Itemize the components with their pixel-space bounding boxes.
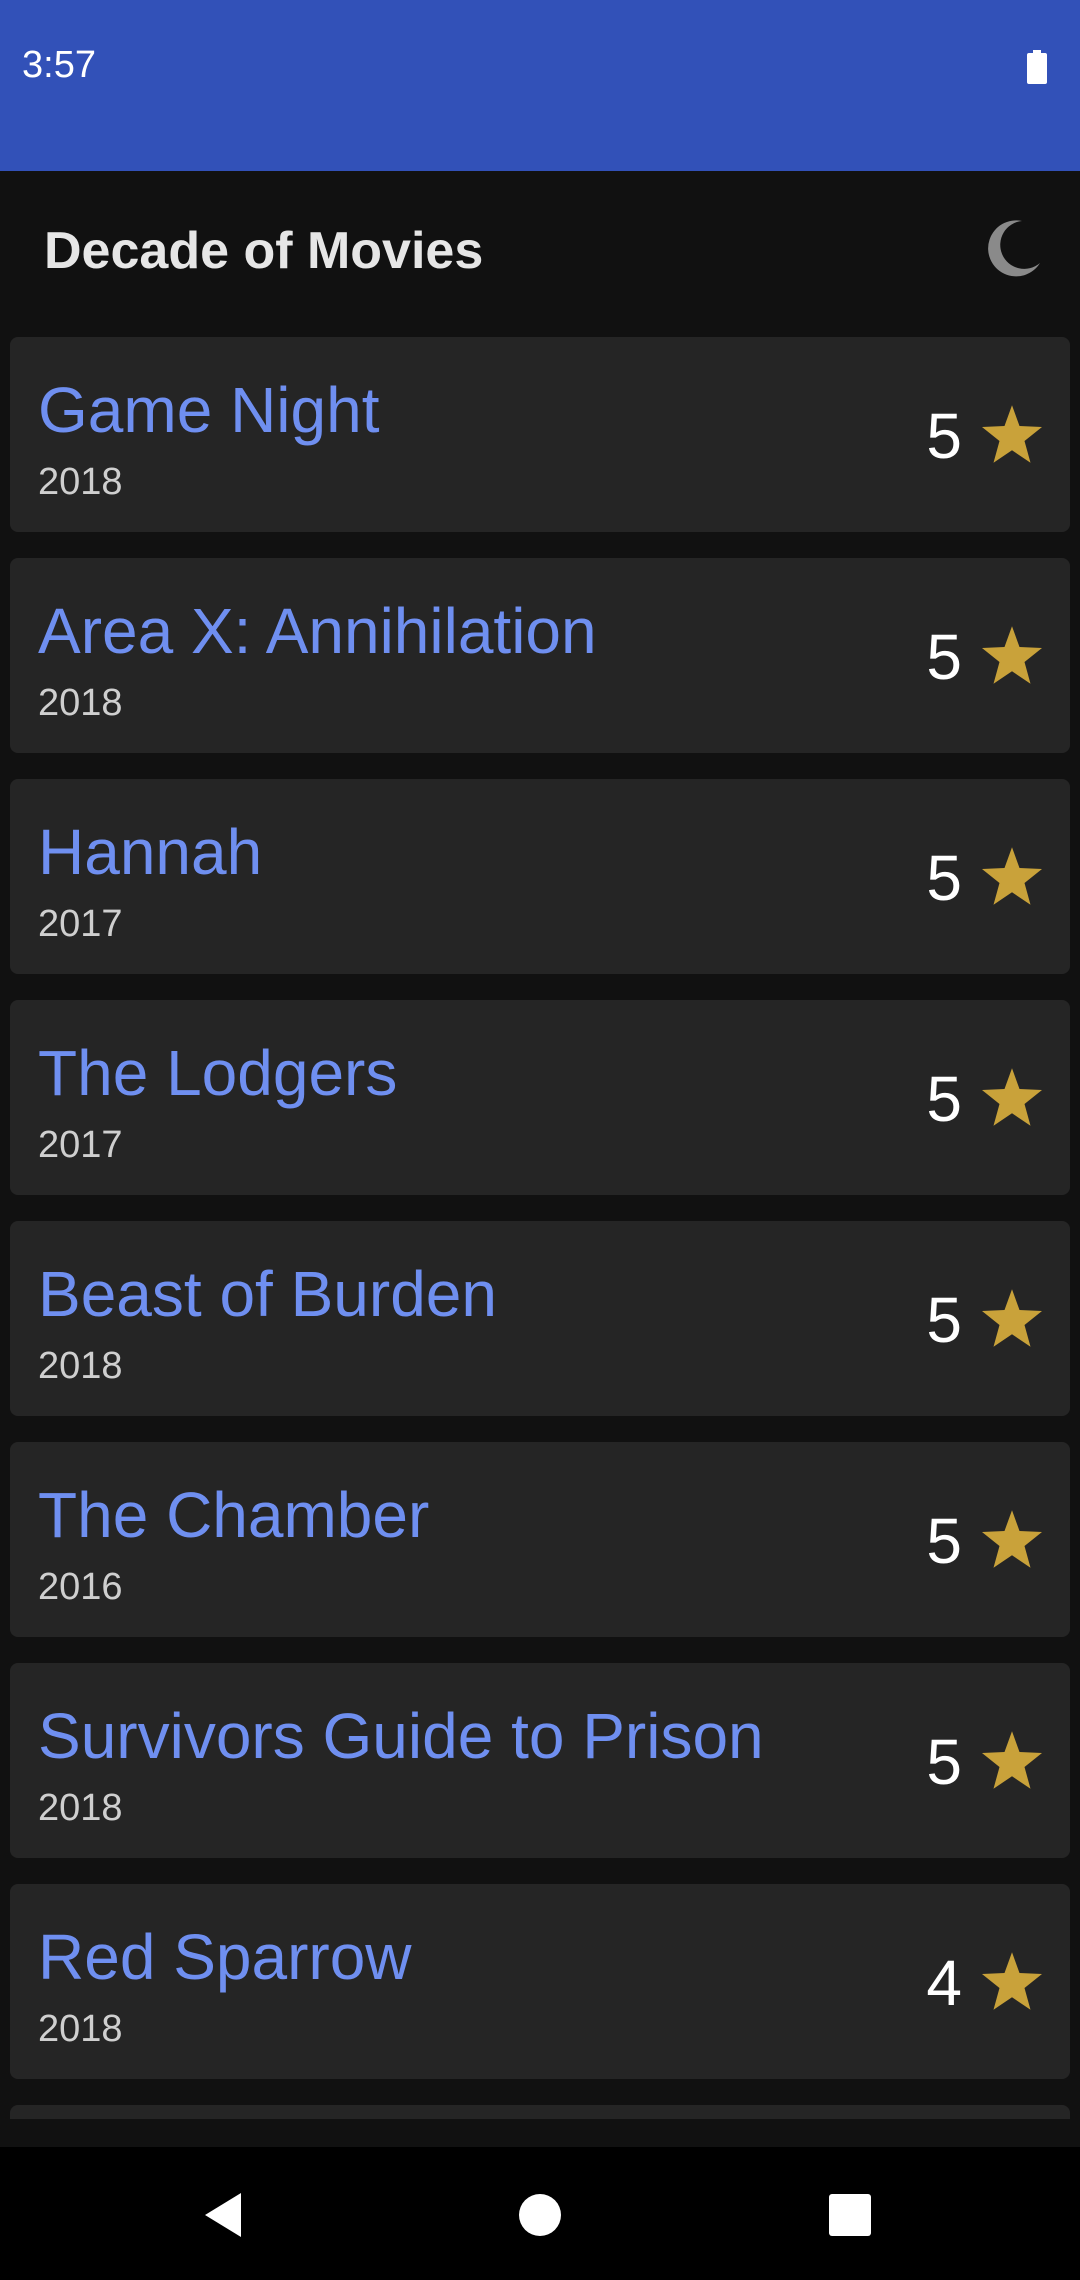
movie-rating: 5 [926, 1284, 962, 1356]
status-bar: 3:57 [0, 0, 1080, 171]
star-icon [982, 1068, 1042, 1126]
movie-list[interactable]: Game Night 2018 5 Area X: Annihilation 2… [0, 337, 1080, 2119]
moon-icon[interactable] [982, 217, 1044, 279]
movie-year: 2018 [38, 1345, 123, 1387]
movie-rating: 4 [926, 1947, 962, 2019]
movie-year: 2016 [38, 1566, 123, 1608]
movie-rating: 5 [926, 842, 962, 914]
back-triangle-icon[interactable] [195, 2185, 255, 2245]
home-circle-icon[interactable] [510, 2185, 570, 2245]
star-icon [982, 847, 1042, 905]
navigation-bar [0, 2147, 1080, 2280]
status-time: 3:57 [22, 44, 96, 86]
movie-card[interactable]: Survivors Guide to Prison 2018 5 [10, 1663, 1070, 1858]
movie-card-partial[interactable] [10, 2105, 1070, 2119]
page-title: Decade of Movies [44, 222, 484, 280]
recents-square-icon[interactable] [820, 2185, 880, 2245]
star-icon [982, 405, 1042, 463]
movie-rating: 5 [926, 1726, 962, 1798]
movie-title: Beast of Burden [38, 1258, 497, 1330]
movie-title: The Lodgers [38, 1037, 398, 1109]
movie-card[interactable]: Game Night 2018 5 [10, 337, 1070, 532]
movie-rating: 5 [926, 1063, 962, 1135]
movie-year: 2017 [38, 1124, 123, 1166]
movie-card[interactable]: Hannah 2017 5 [10, 779, 1070, 974]
movie-title: Red Sparrow [38, 1921, 412, 1993]
star-icon [982, 1289, 1042, 1347]
movie-title: Survivors Guide to Prison [38, 1700, 764, 1772]
movie-title: Hannah [38, 816, 263, 888]
movie-title: Area X: Annihilation [38, 595, 597, 667]
app-bar: Decade of Movies [0, 171, 1080, 333]
movie-card[interactable]: The Lodgers 2017 5 [10, 1000, 1070, 1195]
star-icon [982, 1731, 1042, 1789]
movie-card[interactable]: Beast of Burden 2018 5 [10, 1221, 1070, 1416]
movie-card[interactable]: The Chamber 2016 5 [10, 1442, 1070, 1637]
movie-year: 2018 [38, 461, 123, 503]
movie-card[interactable]: Area X: Annihilation 2018 5 [10, 558, 1070, 753]
movie-title: The Chamber [38, 1479, 430, 1551]
movie-card[interactable]: Red Sparrow 2018 4 [10, 1884, 1070, 2079]
movie-year: 2017 [38, 903, 123, 945]
movie-title: Game Night [38, 374, 380, 446]
movie-rating: 5 [926, 621, 962, 693]
movie-year: 2018 [38, 1787, 123, 1829]
movie-rating: 5 [926, 1505, 962, 1577]
movie-year: 2018 [38, 682, 123, 724]
star-icon [982, 1952, 1042, 2010]
star-icon [982, 626, 1042, 684]
movie-rating: 5 [926, 400, 962, 472]
movie-year: 2018 [38, 2008, 123, 2050]
battery-icon [1027, 50, 1047, 84]
star-icon [982, 1510, 1042, 1568]
